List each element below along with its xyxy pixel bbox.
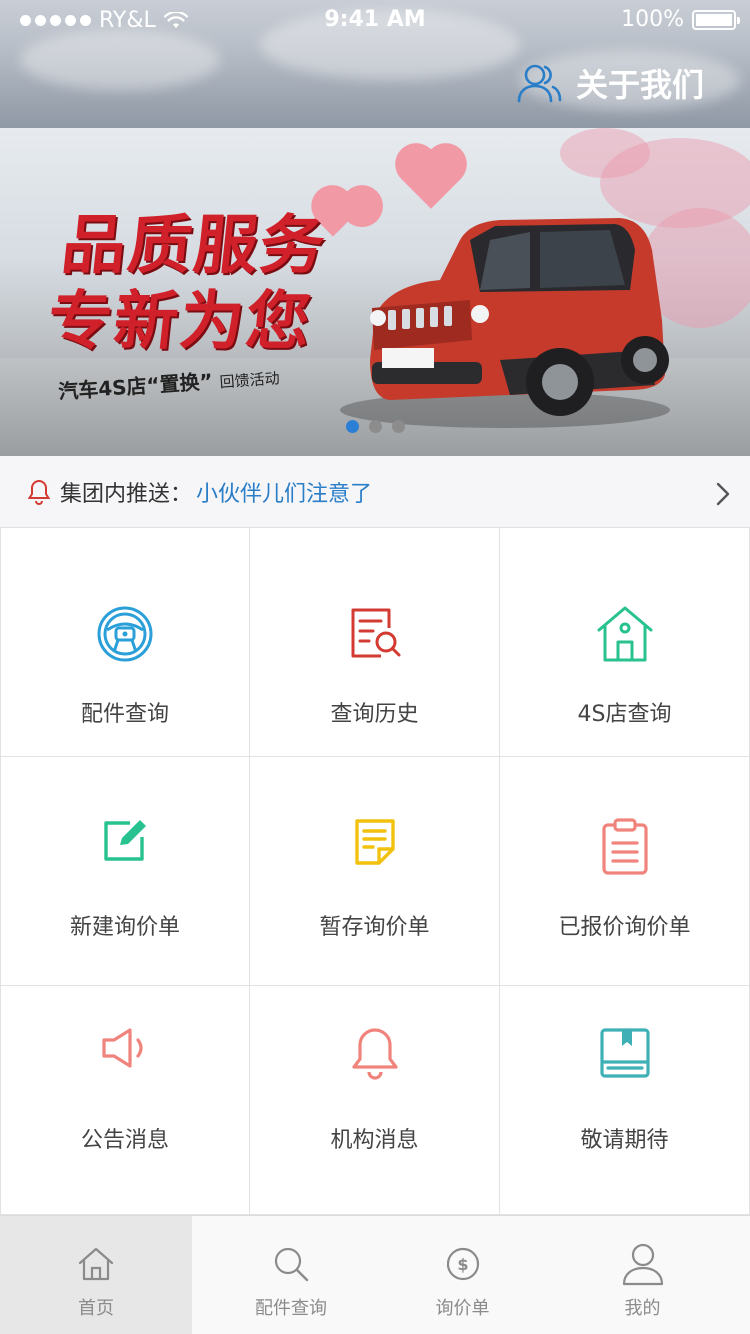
grid-item-quoted-inquiry[interactable]: 已报价询价单	[500, 757, 750, 986]
tab-label: 我的	[624, 1298, 661, 1319]
steering-wheel-icon	[97, 606, 153, 662]
grid-item-label: 机构消息	[330, 1128, 419, 1153]
grid-item-org-messages[interactable]: 机构消息	[250, 986, 500, 1215]
users-icon	[517, 64, 562, 103]
tab-home[interactable]: 首页	[0, 1216, 192, 1334]
megaphone-icon	[102, 1028, 143, 1068]
tab-inquiry[interactable]: $ 询价单	[390, 1216, 535, 1334]
suv-car-image	[340, 218, 670, 428]
dollar-icon: $	[446, 1247, 479, 1281]
top-header: RY&L 9:41 AM 100% 关于我们	[0, 0, 750, 128]
grid-item-label: 查询历史	[330, 702, 419, 727]
grid-item-label: 敬请期待	[580, 1128, 669, 1153]
note-icon	[354, 819, 395, 865]
tab-parts-search[interactable]: 配件查询	[192, 1216, 390, 1334]
clipboard-icon	[601, 818, 648, 875]
battery-percent: 100%	[621, 7, 684, 32]
grid-item-saved-inquiry[interactable]: 暂存询价单	[250, 757, 500, 986]
banner-page-indicator[interactable]	[0, 420, 750, 433]
tab-label: 配件查询	[255, 1298, 327, 1319]
notice-bar[interactable]: 集团内推送： 小伙伴儿们注意了	[0, 456, 750, 528]
tab-mine[interactable]: 我的	[535, 1216, 750, 1334]
grid-item-label: 4S店查询	[577, 702, 672, 727]
grid-item-4s-store-search[interactable]: 4S店查询	[500, 528, 750, 757]
grid-item-coming-soon[interactable]: 敬请期待	[500, 986, 750, 1215]
grid-item-announcements[interactable]: 公告消息	[0, 986, 250, 1215]
grid-item-label: 公告消息	[80, 1128, 169, 1153]
page-dot[interactable]	[391, 420, 405, 433]
grid-item-parts-search[interactable]: 配件查询	[0, 528, 250, 757]
grid-item-new-inquiry[interactable]: 新建询价单	[0, 757, 250, 986]
banner-headline-line-1: 品质服务	[58, 209, 330, 283]
status-battery-group: 100%	[621, 7, 740, 32]
grid-item-label: 暂存询价单	[319, 915, 430, 940]
status-bar: RY&L 9:41 AM 100%	[0, 0, 750, 40]
about-us-label: 关于我们	[575, 66, 704, 104]
banner-subline-small: 回馈活动	[219, 369, 281, 392]
grid-item-label: 配件查询	[80, 702, 169, 727]
notice-message[interactable]: 小伙伴儿们注意了	[196, 476, 372, 508]
page-dot[interactable]	[345, 420, 359, 433]
grid-item-label: 已报价询价单	[558, 915, 691, 940]
about-us-button[interactable]: 关于我们	[516, 60, 704, 106]
edit-icon	[104, 820, 146, 861]
battery-icon	[692, 9, 740, 30]
search-icon	[274, 1247, 309, 1282]
house-icon	[597, 606, 652, 662]
book-icon	[599, 1028, 650, 1078]
grid-item-label: 新建询价单	[69, 915, 180, 940]
tab-label: 首页	[78, 1298, 114, 1319]
bell-icon	[351, 1028, 398, 1080]
promo-banner[interactable]: 品质服务 专新为您 汽车4S店“置换” 回馈活动	[0, 128, 750, 456]
home-icon	[78, 1247, 114, 1281]
function-grid: 配件查询 查询历史 4S店查询 新建询价单 暂存询价单 已报价询价单 公告消息 …	[0, 528, 750, 1215]
heart-balloon-icon	[401, 149, 461, 209]
tab-bar: 首页 配件查询 $ 询价单 我的	[0, 1215, 750, 1334]
grid-item-search-history[interactable]: 查询历史	[250, 528, 500, 757]
svg-text:$: $	[457, 1255, 468, 1274]
search-document-icon	[351, 608, 400, 658]
tab-label: 询价单	[435, 1298, 490, 1319]
notice-label: 集团内推送：	[60, 481, 193, 507]
user-icon	[622, 1243, 663, 1286]
page-dot[interactable]	[368, 420, 382, 433]
chevron-right-icon[interactable]	[716, 482, 730, 506]
bell-icon	[28, 479, 50, 505]
banner-headline: 品质服务 专新为您	[44, 208, 330, 360]
banner-headline-line-2: 专新为您	[44, 285, 316, 359]
